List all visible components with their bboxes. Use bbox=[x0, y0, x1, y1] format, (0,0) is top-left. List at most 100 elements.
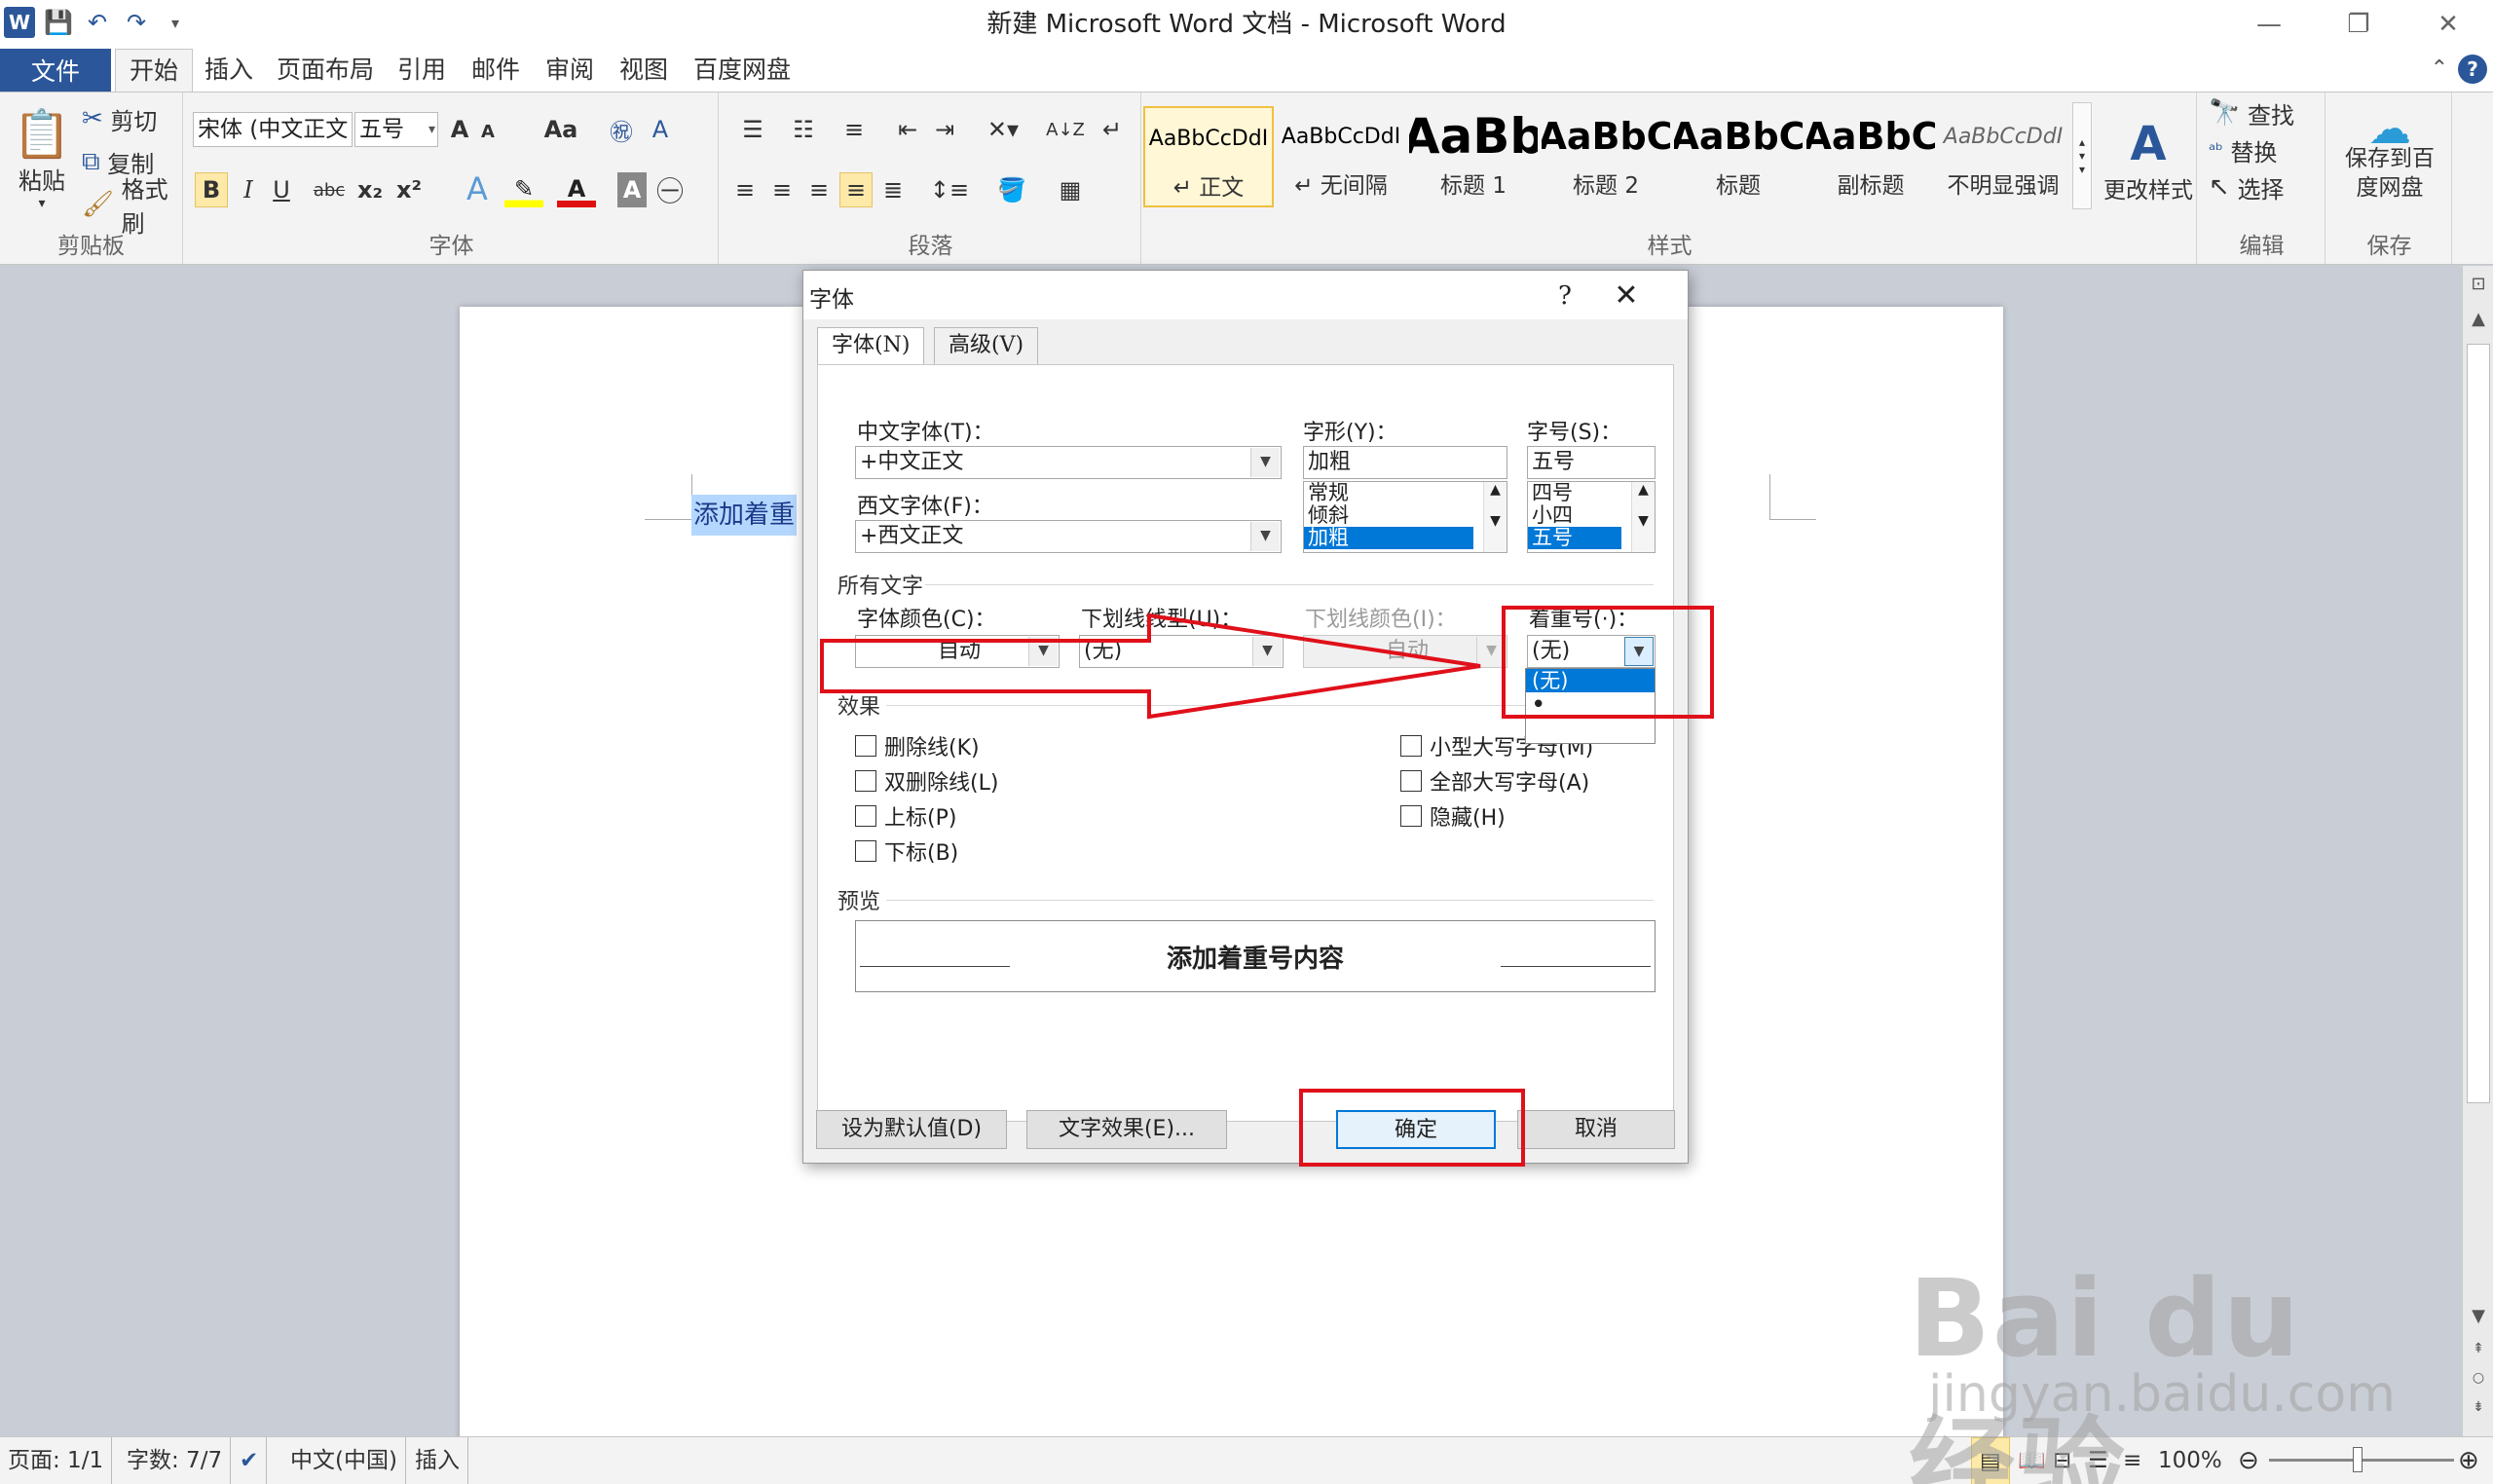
hidden-checkbox[interactable]: 隐藏(H) bbox=[1400, 800, 1506, 832]
list-item[interactable]: 倾斜 bbox=[1304, 504, 1507, 527]
help-icon[interactable]: ? bbox=[2458, 55, 2487, 84]
tab-insert[interactable]: 插入 bbox=[191, 49, 267, 92]
shading-icon[interactable]: 🪣 bbox=[987, 172, 1036, 207]
collapse-ribbon-icon[interactable]: ⌃ bbox=[2431, 55, 2448, 84]
multilevel-list-icon[interactable]: ≡ bbox=[830, 112, 878, 147]
font-size-input[interactable]: 五号 bbox=[1527, 446, 1656, 479]
line-spacing-icon[interactable]: ↕≡ bbox=[925, 172, 974, 207]
tab-mailings[interactable]: 邮件 bbox=[458, 49, 534, 92]
restore-button[interactable]: ❐ bbox=[2314, 0, 2403, 49]
superscript-checkbox[interactable]: 上标(P) bbox=[855, 800, 956, 832]
tab-font[interactable]: 字体(N) bbox=[817, 327, 925, 366]
save-icon[interactable]: 💾 bbox=[43, 7, 74, 38]
tab-advanced[interactable]: 高级(V) bbox=[934, 327, 1039, 364]
dialog-close-button[interactable]: ✕ bbox=[1602, 277, 1651, 315]
chevron-down-icon[interactable]: ▼ bbox=[1250, 448, 1280, 477]
shrink-font-button[interactable]: A bbox=[475, 116, 501, 147]
italic-button[interactable]: I bbox=[234, 172, 263, 207]
superscript-button[interactable]: x² bbox=[391, 172, 427, 207]
align-right-icon[interactable]: ≡ bbox=[802, 172, 836, 207]
phonetic-guide-icon[interactable]: ㊗ bbox=[604, 112, 639, 147]
proofing-icon[interactable]: ✔ bbox=[232, 1437, 268, 1484]
cancel-button[interactable]: 取消 bbox=[1517, 1110, 1675, 1149]
decrease-indent-icon[interactable]: ⇤ bbox=[890, 112, 925, 147]
word-logo-icon[interactable]: W bbox=[4, 7, 35, 38]
font-style-list[interactable]: 常规 倾斜 加粗 ▲ ▼ bbox=[1303, 481, 1507, 553]
char-shading-button[interactable]: A bbox=[617, 172, 647, 207]
strikethrough-checkbox[interactable]: 删除线(K) bbox=[855, 730, 980, 761]
close-window-button[interactable]: ✕ bbox=[2403, 0, 2493, 49]
increase-indent-icon[interactable]: ⇥ bbox=[927, 112, 962, 147]
text-effects-button[interactable]: 文字效果(E)... bbox=[1026, 1110, 1227, 1149]
select-button[interactable]: ↖ 选择 bbox=[2209, 170, 2284, 204]
find-button[interactable]: 🔭 查找 bbox=[2209, 96, 2294, 130]
change-case-button[interactable]: Aa bbox=[540, 112, 582, 147]
subscript-button[interactable]: x₂ bbox=[353, 172, 388, 207]
bullets-icon[interactable]: ☰ bbox=[728, 112, 777, 147]
selected-document-text[interactable]: 添加着重 bbox=[691, 495, 798, 536]
paste-button[interactable]: 📋 粘贴 ▾ bbox=[8, 100, 76, 217]
all-caps-checkbox[interactable]: 全部大写字母(A) bbox=[1400, 765, 1589, 797]
cut-button[interactable]: ✂ 剪切 bbox=[82, 102, 157, 135]
show-marks-button[interactable]: ↵ bbox=[1095, 112, 1130, 147]
save-to-baidu-button[interactable]: ☁ 保存到百 度网盘 bbox=[2327, 98, 2452, 219]
tab-review[interactable]: 审阅 bbox=[532, 49, 608, 92]
language-indicator[interactable]: 中文(中国) bbox=[282, 1437, 406, 1484]
tab-home[interactable]: 开始 bbox=[115, 49, 194, 92]
western-font-combo[interactable]: +西文正文 ▼ bbox=[855, 520, 1282, 553]
change-styles-button[interactable]: A 更改样式 bbox=[2102, 102, 2195, 219]
list-scrollbar[interactable]: ▲ ▼ bbox=[1483, 482, 1507, 552]
customize-qat-icon[interactable]: ▾ bbox=[160, 7, 191, 38]
list-scrollbar[interactable]: ▲ ▼ bbox=[1631, 482, 1655, 552]
strikethrough-button[interactable]: abc bbox=[308, 172, 351, 207]
align-center-icon[interactable]: ≡ bbox=[765, 172, 799, 207]
prev-page-icon[interactable]: ⇞ bbox=[2463, 1341, 2493, 1370]
list-item[interactable]: 常规 bbox=[1304, 482, 1507, 504]
list-item[interactable]: 五号 bbox=[1528, 527, 1621, 549]
tab-references[interactable]: 引用 bbox=[384, 49, 460, 92]
format-painter-button[interactable]: 🖌 格式刷 bbox=[82, 176, 182, 238]
underline-button[interactable]: U bbox=[267, 172, 296, 207]
style-normal[interactable]: AaBbCcDdI ↵ 正文 bbox=[1143, 106, 1274, 207]
style-heading-2[interactable]: AaBbC 标题 2 bbox=[1541, 106, 1671, 207]
distributed-icon[interactable]: ≣ bbox=[876, 172, 910, 207]
chevron-down-icon[interactable]: ▼ bbox=[1250, 522, 1280, 551]
text-effect-button[interactable]: A bbox=[458, 170, 497, 207]
numbering-icon[interactable]: ☷ bbox=[779, 112, 828, 147]
enclose-char-button[interactable]: ㊀ bbox=[652, 172, 688, 207]
vertical-scrollbar[interactable]: ⊡ ▲ ▼ ⇞ ○ ⇟ bbox=[2462, 266, 2493, 1436]
bold-button[interactable]: B bbox=[195, 172, 228, 207]
style-subtitle[interactable]: AaBbC 副标题 bbox=[1805, 106, 1936, 207]
style-no-spacing[interactable]: AaBbCcDdI ↵ 无间隔 bbox=[1276, 106, 1406, 207]
chinese-font-combo[interactable]: +中文正文 ▼ bbox=[855, 446, 1282, 479]
font-color-button[interactable]: A bbox=[557, 170, 596, 207]
set-default-button[interactable]: 设为默认值(D) bbox=[816, 1110, 1007, 1149]
next-page-icon[interactable]: ⇟ bbox=[2463, 1399, 2493, 1428]
highlight-button[interactable]: ✎ bbox=[504, 170, 543, 207]
tab-baidu-netdisk[interactable]: 百度网盘 bbox=[680, 49, 804, 92]
style-heading-1[interactable]: AaBb 标题 1 bbox=[1408, 106, 1539, 207]
style-subtle-emphasis[interactable]: AaBbCcDdI 不明显强调 bbox=[1938, 106, 2068, 207]
font-size-combo[interactable]: 五号 ▾ bbox=[354, 112, 438, 147]
list-item[interactable]: 加粗 bbox=[1304, 527, 1473, 549]
replace-button[interactable]: ᵃᵇ 替换 bbox=[2209, 133, 2277, 167]
clear-format-button[interactable]: A bbox=[643, 112, 678, 147]
minimize-button[interactable]: — bbox=[2224, 0, 2314, 49]
ruler-toggle-icon[interactable]: ⊡ bbox=[2463, 274, 2493, 303]
zoom-in-icon[interactable]: ⊕ bbox=[2450, 1437, 2487, 1484]
tab-file[interactable]: 文件 bbox=[0, 49, 111, 92]
word-count[interactable]: 字数: 7/7 bbox=[119, 1437, 232, 1484]
style-title[interactable]: AaBbC 标题 bbox=[1673, 106, 1804, 207]
page-count[interactable]: 页面: 1/1 bbox=[0, 1437, 113, 1484]
borders-icon[interactable]: ▦ bbox=[1046, 172, 1095, 207]
scroll-up-icon[interactable]: ▲ bbox=[2463, 309, 2493, 338]
grow-font-button[interactable]: A bbox=[446, 112, 473, 147]
browse-object-icon[interactable]: ○ bbox=[2463, 1370, 2493, 1399]
subscript-checkbox[interactable]: 下标(B) bbox=[855, 835, 958, 867]
sort-button[interactable]: A↓Z bbox=[1046, 112, 1085, 147]
undo-icon[interactable]: ↶ bbox=[82, 7, 113, 38]
tab-page-layout[interactable]: 页面布局 bbox=[263, 49, 388, 92]
scroll-down-icon[interactable]: ▼ bbox=[2463, 1306, 2493, 1335]
chinese-layout-icon[interactable]: ✕▾ bbox=[976, 112, 1030, 147]
dialog-help-button[interactable]: ? bbox=[1544, 277, 1586, 315]
